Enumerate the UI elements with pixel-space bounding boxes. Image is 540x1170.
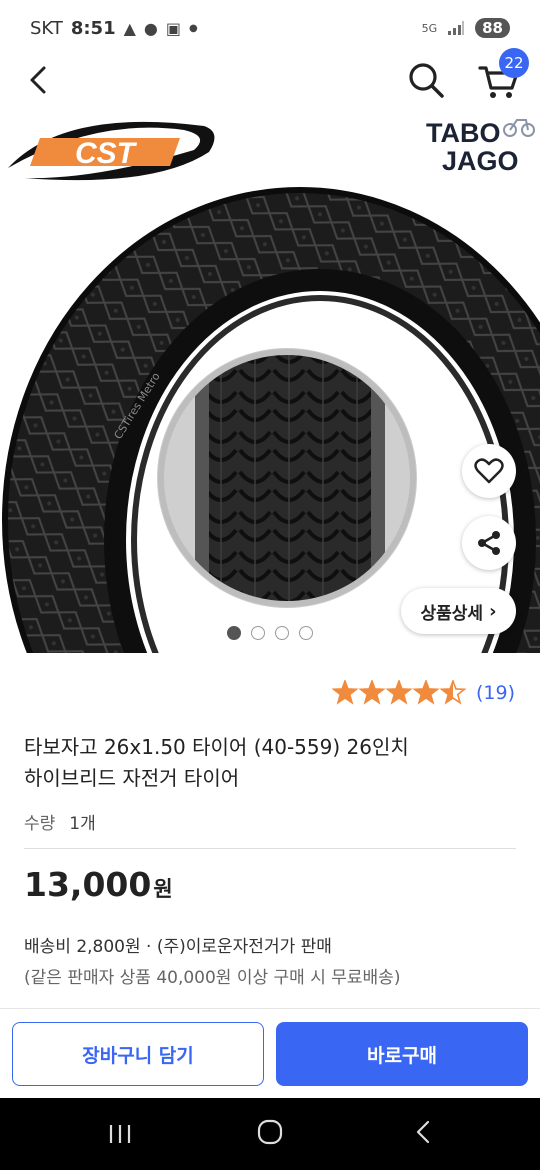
rating-count: (19) xyxy=(476,682,516,704)
share-icon xyxy=(478,531,500,555)
carousel-dot[interactable] xyxy=(299,626,313,640)
product-rating[interactable]: (19) xyxy=(332,680,515,706)
screenshot-icon: ▣ xyxy=(165,18,182,38)
cst-brand-logo: CST xyxy=(8,121,215,181)
quantity-label: 수량 xyxy=(24,814,56,834)
carousel-dot[interactable] xyxy=(227,626,241,640)
purchase-action-bar: 장바구니 담기 바로구매 xyxy=(0,1008,540,1098)
free-shipping-note: (같은 판매자 상품 40,000원 이상 구매 시 무료배송) xyxy=(24,968,401,988)
carousel-indicator xyxy=(0,626,540,640)
product-price: 13,000 원 xyxy=(24,865,173,904)
star-icon xyxy=(332,680,359,705)
buy-now-button[interactable]: 바로구매 xyxy=(276,1022,528,1086)
rating-stars xyxy=(332,680,467,705)
cart-count-badge: 22 xyxy=(499,48,529,78)
star-icon xyxy=(412,680,440,705)
store-logo-line2: JAGO xyxy=(442,146,519,176)
system-nav-bar xyxy=(0,1098,540,1170)
recent-apps-icon[interactable] xyxy=(106,1120,134,1148)
store-logo-line1: TABO xyxy=(426,118,501,148)
star-icon xyxy=(385,680,413,705)
price-amount: 13,000 xyxy=(24,865,152,904)
product-title-line1: 타보자고 26x1.50 타이어 (40-559) 26인치 xyxy=(24,735,409,759)
quantity-value: 1개 xyxy=(69,814,96,834)
system-back-icon[interactable] xyxy=(410,1118,438,1146)
store-logo: TABO JAGO xyxy=(424,116,536,178)
carrier-label: SKT xyxy=(30,17,63,39)
shipping-info: 배송비 2,800원 · (주)이로운자전거가 판매 xyxy=(24,937,332,957)
star-icon xyxy=(358,680,386,705)
top-bar xyxy=(0,52,540,108)
divider xyxy=(24,848,516,849)
carousel-dot[interactable] xyxy=(275,626,289,640)
heart-icon xyxy=(474,458,504,484)
search-icon[interactable] xyxy=(404,58,448,102)
talk-icon: ● xyxy=(143,18,158,38)
product-image-carousel[interactable]: CSTires Metro CST TABO JAGO xyxy=(0,110,540,653)
quantity-row: 수량 1개 xyxy=(24,809,96,834)
network-label: 5G xyxy=(421,21,438,35)
home-icon[interactable] xyxy=(256,1118,284,1146)
product-title-line2: 하이브리드 자전거 타이어 xyxy=(24,766,240,790)
carousel-dot[interactable] xyxy=(251,626,265,640)
price-unit: 원 xyxy=(153,877,173,901)
share-button[interactable] xyxy=(462,516,516,570)
product-title: 타보자고 26x1.50 타이어 (40-559) 26인치 하이브리드 자전거… xyxy=(24,732,514,794)
status-bar: SKT 8:51 ▲ ● ▣ ● 5G 88 xyxy=(0,0,540,56)
tire-product-image: CSTires Metro xyxy=(2,187,540,653)
product-detail-label: 상품상세 xyxy=(420,603,484,624)
bike-logo-icon xyxy=(503,119,535,137)
cst-logo-text: CST xyxy=(75,137,138,170)
battery-level: 88 xyxy=(475,18,510,38)
favorite-button[interactable] xyxy=(462,444,516,498)
warning-icon: ▲ xyxy=(123,18,136,38)
more-dot-icon: ● xyxy=(189,22,198,34)
chevron-right-icon: › xyxy=(489,600,497,622)
signal-icon xyxy=(448,21,465,35)
clock: 8:51 xyxy=(70,17,116,39)
back-arrow-icon[interactable] xyxy=(20,60,60,100)
add-to-cart-button[interactable]: 장바구니 담기 xyxy=(12,1022,264,1086)
